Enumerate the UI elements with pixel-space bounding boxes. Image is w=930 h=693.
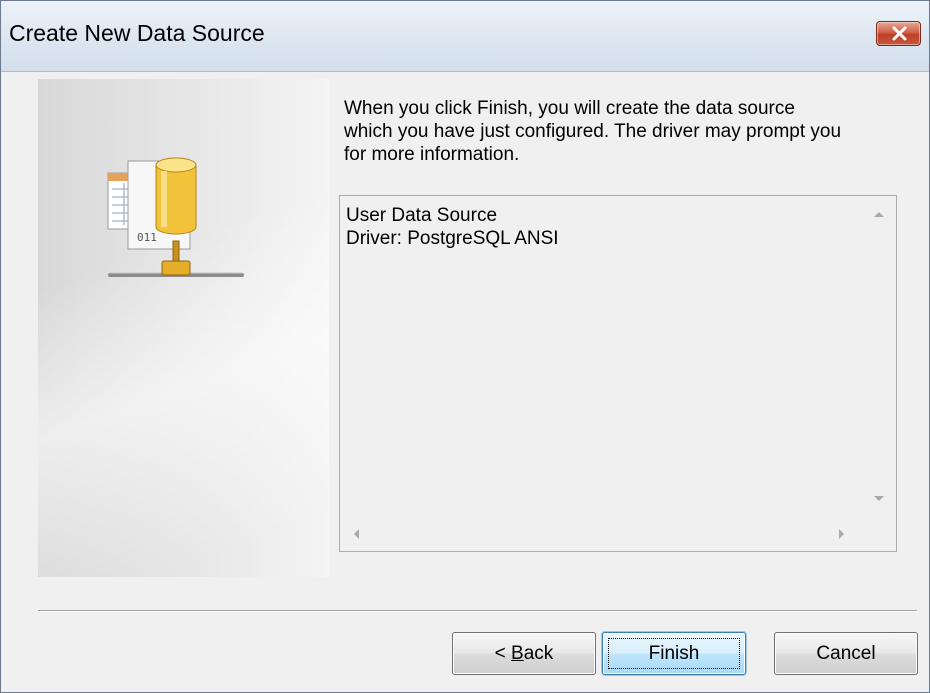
button-divider xyxy=(38,610,917,612)
scroll-up-icon[interactable] xyxy=(874,212,884,217)
summary-text: User Data Source Driver: PostgreSQL ANSI xyxy=(346,204,559,250)
instruction-text: When you click Finish, you will create t… xyxy=(344,98,842,165)
summary-source-type: User Data Source xyxy=(346,205,498,226)
dialog-client-area: 011 When you click Finish, you will crea… xyxy=(1,72,929,692)
scroll-left-icon[interactable] xyxy=(354,529,359,539)
close-button[interactable] xyxy=(876,21,921,46)
horizontal-scrollbar[interactable] xyxy=(340,517,862,551)
database-icon: 011 xyxy=(107,157,244,277)
close-icon xyxy=(892,26,907,41)
scroll-right-icon[interactable] xyxy=(839,529,844,539)
cancel-button[interactable]: Cancel xyxy=(774,632,918,675)
create-new-data-source-dialog: Create New Data Source 011 When you clic… xyxy=(0,0,930,693)
window-title: Create New Data Source xyxy=(9,20,265,46)
scroll-down-icon[interactable] xyxy=(874,496,884,501)
summary-driver: Driver: PostgreSQL ANSI xyxy=(346,228,559,249)
data-source-summary-box[interactable]: User Data Source Driver: PostgreSQL ANSI xyxy=(339,195,897,552)
wizard-banner-panel: 011 xyxy=(38,79,329,577)
file-binary-label: 011 xyxy=(137,231,157,244)
vertical-scrollbar[interactable] xyxy=(862,196,896,517)
title-bar[interactable]: Create New Data Source xyxy=(1,1,929,72)
finish-button[interactable]: Finish xyxy=(602,632,746,675)
back-button[interactable]: < Back xyxy=(452,632,596,675)
